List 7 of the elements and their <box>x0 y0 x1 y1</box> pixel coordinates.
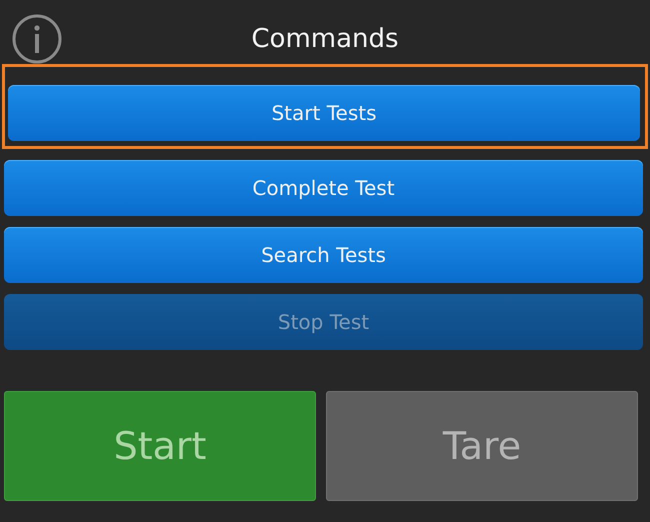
command-button[interactable]: Start Tests <box>8 85 640 141</box>
start-button[interactable]: Start <box>4 391 316 501</box>
window-title: Commands <box>251 24 399 54</box>
command-button[interactable]: Complete Test <box>4 160 643 216</box>
command-button[interactable]: Search Tests <box>4 227 643 283</box>
tare-button[interactable]: Tare <box>326 391 638 501</box>
info-icon[interactable] <box>12 14 62 64</box>
